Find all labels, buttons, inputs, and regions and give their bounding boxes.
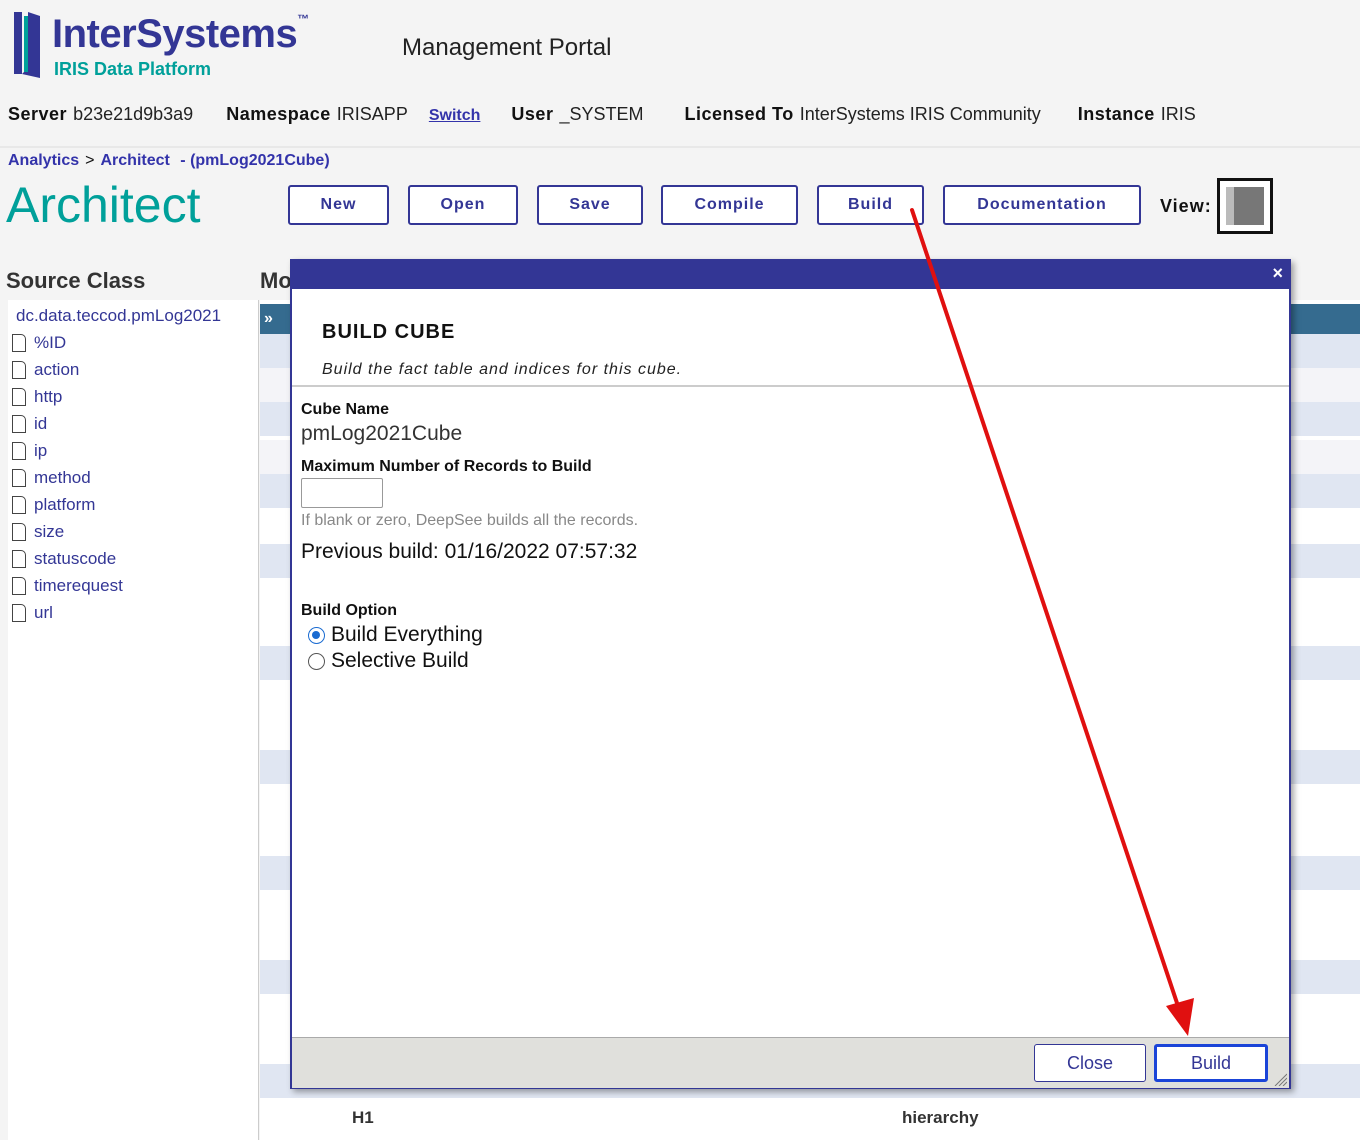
document-icon [12, 415, 26, 433]
radio-unselected-icon[interactable] [308, 652, 325, 670]
build-button[interactable]: Build [1154, 1044, 1268, 1082]
page-title: Architect [6, 177, 201, 233]
dialog-titlebar[interactable]: × [292, 261, 1289, 289]
previous-build-text: Previous build: 01/16/2022 07:57:32 [301, 540, 638, 563]
server-value: b23e21d9b3a9 [73, 104, 194, 124]
source-property-item[interactable]: statuscode [12, 546, 116, 572]
document-icon [12, 334, 26, 352]
resize-grip-icon[interactable] [1273, 1072, 1287, 1086]
new-button[interactable]: New [288, 185, 389, 225]
source-property-item[interactable]: size [12, 519, 64, 545]
dialog-subtitle: Build the fact table and indices for thi… [322, 361, 683, 378]
document-icon [12, 523, 26, 541]
namespace-label: Namespace [226, 104, 331, 124]
close-icon[interactable]: × [1272, 263, 1283, 284]
document-icon [12, 577, 26, 595]
brand-subtitle: IRIS Data Platform [54, 59, 212, 79]
build-everything-option[interactable]: Build Everything [308, 623, 483, 647]
max-records-label: Maximum Number of Records to Build [301, 458, 592, 475]
server-info-bar: Server b23e21d9b3a9 Namespace IRISAPP Swit… [8, 104, 1224, 125]
licensed-to-value: InterSystems IRIS Community [799, 104, 1041, 124]
document-icon [12, 442, 26, 460]
source-property-item[interactable]: ip [12, 438, 47, 464]
build-cube-dialog: × BUILD CUBE Build the fact table and in… [290, 259, 1291, 1089]
dialog-heading: BUILD CUBE [322, 321, 456, 343]
document-icon [12, 361, 26, 379]
instance-label: Instance [1077, 104, 1155, 124]
breadcrumb-separator: > [85, 152, 95, 169]
instance-value: IRIS [1160, 104, 1196, 124]
compile-button[interactable]: Compile [661, 185, 798, 225]
model-item-type: hierarchy [902, 1108, 979, 1127]
cube-name-value: pmLog2021Cube [301, 422, 463, 445]
view-toggle-icon[interactable] [1217, 178, 1273, 234]
source-property-item[interactable]: url [12, 600, 53, 626]
user-label: User [511, 104, 554, 124]
documentation-button[interactable]: Documentation [943, 185, 1141, 225]
source-class-heading: Source Class [6, 268, 146, 293]
source-property-item[interactable]: action [12, 357, 79, 383]
dialog-divider [292, 385, 1289, 387]
brand-name: InterSystems™ [52, 12, 309, 56]
open-button[interactable]: Open [408, 185, 518, 225]
breadcrumb-cube: - (pmLog2021Cube) [180, 152, 330, 169]
view-label: View: [1160, 196, 1212, 216]
document-icon [12, 496, 26, 514]
portal-title: Management Portal [402, 34, 612, 61]
namespace-value: IRISAPP [336, 104, 408, 124]
build-option-label: Build Option [301, 602, 397, 619]
breadcrumb-analytics[interactable]: Analytics [8, 152, 79, 169]
source-property-item[interactable]: method [12, 465, 91, 491]
max-records-input[interactable] [301, 478, 383, 508]
source-class-tree: dc.data.teccod.pmLog2021 %ID action http… [8, 300, 259, 1140]
document-icon [12, 550, 26, 568]
source-property-item[interactable]: id [12, 411, 47, 437]
breadcrumb-architect[interactable]: Architect [100, 152, 169, 169]
cube-name-label: Cube Name [301, 401, 390, 418]
header-divider [0, 146, 1360, 148]
licensed-to-label: Licensed To [684, 104, 794, 124]
model-heading: Mo [260, 268, 292, 293]
server-label: Server [8, 104, 68, 124]
user-value: _SYSTEM [559, 104, 644, 124]
document-icon [12, 388, 26, 406]
source-class-root[interactable]: dc.data.teccod.pmLog2021 [16, 306, 221, 326]
document-icon [12, 469, 26, 487]
selective-build-option[interactable]: Selective Build [308, 649, 469, 673]
max-records-hint: If blank or zero, DeepSee builds all the… [301, 512, 639, 529]
source-property-item[interactable]: %ID [12, 330, 66, 356]
source-property-item[interactable]: http [12, 384, 62, 410]
intersystems-logo-icon [14, 12, 40, 78]
source-property-item[interactable]: platform [12, 492, 95, 518]
breadcrumb: Analytics > Architect - (pmLog2021Cube) [8, 152, 330, 170]
source-property-item[interactable]: timerequest [12, 573, 123, 599]
portal-header: InterSystems™ IRIS Data Platform Managem… [0, 0, 1360, 146]
model-item-name[interactable]: H1 [352, 1108, 374, 1128]
switch-namespace-link[interactable]: Switch [429, 107, 481, 124]
radio-selected-icon[interactable] [308, 626, 325, 644]
build-toolbar-button[interactable]: Build [817, 185, 924, 225]
document-icon [12, 604, 26, 622]
close-button[interactable]: Close [1034, 1044, 1146, 1082]
view-panel-strip [1226, 187, 1234, 225]
dialog-footer: Close Build [292, 1037, 1289, 1088]
save-button[interactable]: Save [537, 185, 643, 225]
